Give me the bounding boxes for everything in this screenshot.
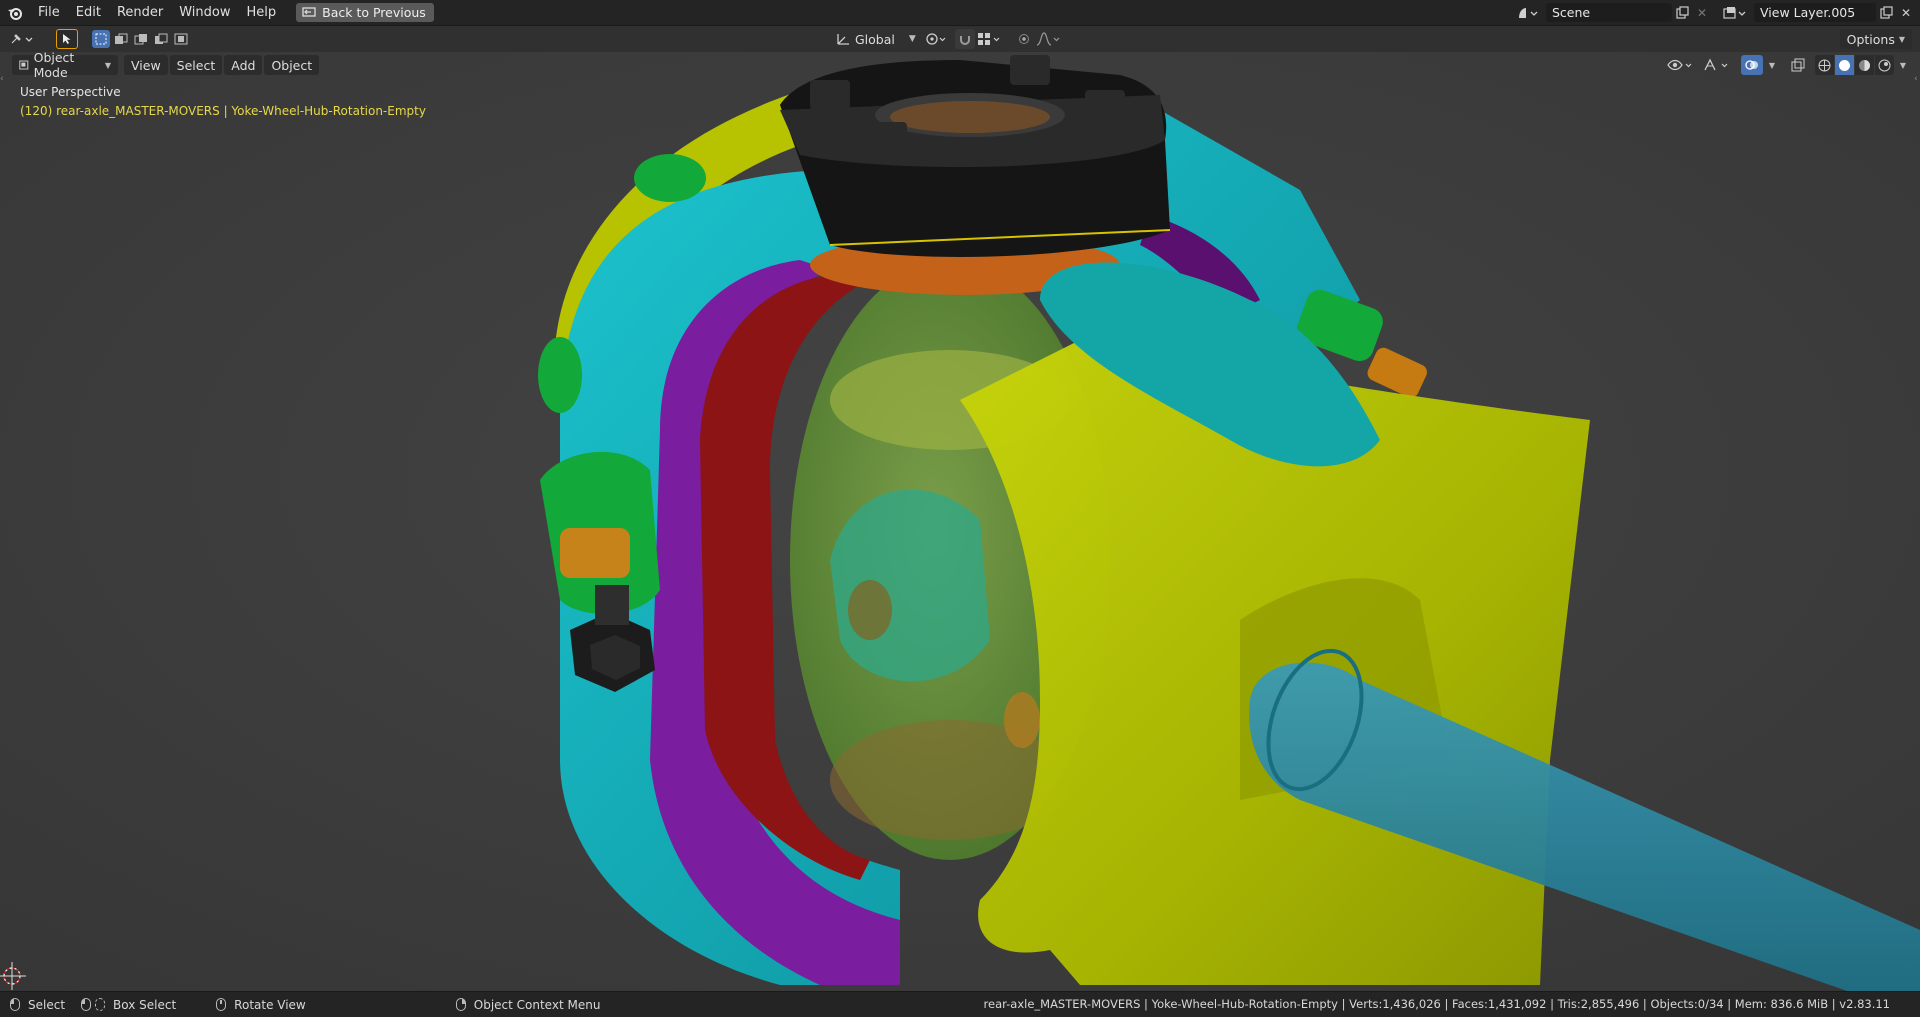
status-bar: Select Box Select Rotate View Object Con…: [0, 991, 1920, 1017]
shading-dropdown-icon[interactable]: ▼: [1896, 55, 1910, 75]
status-context-menu: Object Context Menu: [455, 997, 601, 1012]
orientation-axes-icon: [837, 34, 849, 45]
editor-type-icon[interactable]: [10, 29, 40, 49]
transform-orientation[interactable]: Global ▼: [835, 29, 916, 49]
solid-shading-icon[interactable]: [1835, 55, 1854, 75]
delete-view-layer-icon[interactable]: ✕: [1896, 3, 1916, 22]
falloff-curve-icon[interactable]: [1036, 30, 1064, 48]
view-layer-name-field[interactable]: View Layer.005: [1754, 3, 1876, 22]
menu-edit[interactable]: Edit: [68, 0, 109, 25]
mode-label: Object Mode: [33, 52, 75, 80]
new-view-layer-icon[interactable]: [1876, 3, 1896, 22]
active-tool-icon[interactable]: [56, 29, 78, 49]
mouse-middle-icon: [216, 998, 227, 1011]
blender-logo-icon[interactable]: [0, 0, 30, 25]
status-context-menu-label: Object Context Menu: [473, 997, 601, 1012]
status-rotate-view-label: Rotate View: [234, 997, 306, 1012]
back-to-previous-button[interactable]: Back to Previous: [296, 3, 434, 22]
select-extend-icon[interactable]: [112, 30, 130, 48]
view-layer-name: View Layer.005: [1760, 5, 1856, 20]
selection-mode-group: [92, 30, 190, 48]
delete-scene-icon[interactable]: ✕: [1692, 3, 1712, 22]
scene-statistics: rear-axle_MASTER-MOVERS | Yoke-Wheel-Hub…: [983, 997, 1890, 1011]
rendered-shading-icon[interactable]: [1875, 55, 1894, 75]
visibility-eye-icon[interactable]: [1665, 55, 1697, 75]
viewport-menu-view[interactable]: View: [124, 55, 168, 75]
scene-name-field[interactable]: Scene: [1546, 3, 1672, 22]
viewport-menu-add[interactable]: Add: [224, 55, 263, 75]
mode-selector[interactable]: Object Mode ▼: [12, 52, 118, 80]
options-label: Options: [1846, 31, 1895, 47]
menu-help[interactable]: Help: [239, 0, 285, 25]
menu-render[interactable]: Render: [109, 0, 171, 25]
3d-viewport[interactable]: Object Mode ▼ View Select Add Object ▼ ▼…: [0, 52, 1920, 992]
screen-icon: [302, 7, 316, 17]
viewport-menu-object[interactable]: Object: [264, 55, 320, 75]
xray-toggle-icon[interactable]: [1787, 55, 1809, 75]
tool-header: Global ▼ Options ▼: [0, 26, 1920, 52]
left-panel-toggle-icon[interactable]: ‹: [0, 74, 6, 88]
gizmo-toggle-icon[interactable]: [1699, 55, 1735, 75]
right-panel-toggle-icon[interactable]: ‹: [1914, 74, 1920, 88]
chevron-down-icon: ▼: [104, 60, 111, 70]
mouse-drag-icon: [81, 998, 92, 1011]
top-bar: File Edit Render Window Help Back to Pre…: [0, 0, 1920, 26]
select-subtract-icon[interactable]: [132, 30, 150, 48]
status-box-select: Box Select: [81, 998, 176, 1012]
scene-selectors: Scene ✕ View Layer.005 ✕: [1512, 0, 1920, 25]
wireframe-shading-icon[interactable]: [1815, 55, 1834, 75]
chevron-down-icon: ▼: [908, 34, 916, 44]
viewport-menu-select[interactable]: Select: [169, 55, 223, 75]
menu-file[interactable]: File: [30, 0, 68, 25]
scene-browse-icon[interactable]: [1512, 3, 1542, 22]
mouse-right-icon: [455, 998, 466, 1011]
status-box-select-label: Box Select: [113, 997, 177, 1012]
proportional-edit-icon[interactable]: [1015, 30, 1033, 48]
back-to-previous-label: Back to Previous: [322, 5, 426, 20]
snap-toggle-icon[interactable]: [955, 29, 975, 49]
shading-mode-group: [1815, 55, 1894, 75]
viewport-header: Object Mode ▼ View Select Add Object ▼ ▼: [0, 52, 1920, 80]
perspective-label: User Perspective: [20, 85, 121, 99]
status-select: Select: [10, 998, 65, 1012]
select-difference-icon[interactable]: [152, 30, 170, 48]
options-button[interactable]: Options ▼: [1839, 29, 1912, 49]
pivot-point-icon[interactable]: [925, 30, 949, 48]
mouse-drag-icon: [95, 998, 106, 1011]
view-layer-browse-icon[interactable]: [1718, 3, 1752, 22]
overlays-dropdown-icon[interactable]: ▼: [1765, 55, 1779, 75]
object-mode-icon: [19, 60, 29, 70]
axle-yoke-render: [0, 52, 1920, 992]
mouse-left-icon: [10, 998, 20, 1011]
status-select-label: Select: [28, 997, 66, 1012]
chevron-down-icon: ▼: [1898, 34, 1905, 44]
select-new-icon[interactable]: [92, 30, 110, 48]
select-intersect-icon[interactable]: [172, 30, 190, 48]
overlays-toggle-icon[interactable]: [1741, 55, 1763, 75]
scene-name: Scene: [1552, 5, 1591, 20]
snap-target-icon[interactable]: [977, 30, 1007, 48]
orientation-label: Global: [855, 31, 895, 47]
menu-window[interactable]: Window: [171, 0, 238, 25]
viewport-right-tools: ▼ ▼: [1665, 55, 1910, 75]
status-rotate-view: Rotate View: [216, 998, 306, 1012]
material-shading-icon[interactable]: [1855, 55, 1874, 75]
active-object-label: (120) rear-axle_MASTER-MOVERS | Yoke-Whe…: [20, 104, 426, 118]
new-scene-icon[interactable]: [1672, 3, 1692, 22]
